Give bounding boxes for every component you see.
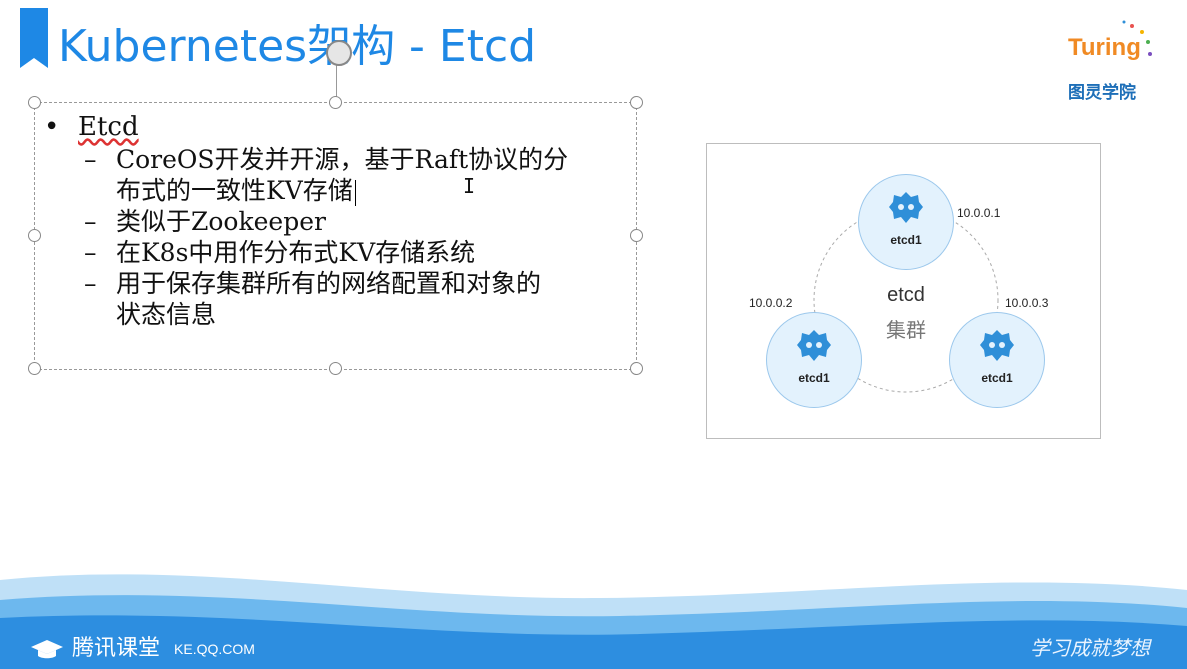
title-bookmark-icon	[20, 8, 48, 68]
resize-handle-top[interactable]	[329, 96, 342, 109]
footer-slogan: 学习成就梦想	[1030, 636, 1150, 660]
sub-bullet-2-text[interactable]: 类似于Zookeeper	[84, 206, 644, 237]
rotate-handle-stem	[336, 62, 337, 98]
slide-title[interactable]: Kubernetes架构 - Etcd	[58, 10, 536, 74]
etcd-node-1[interactable]: etcd1	[858, 174, 954, 270]
node-ip: 10.0.0.3	[1005, 296, 1049, 310]
sub-bullet-1-line1[interactable]: CoreOS开发并开源，基于Raft协议的分	[116, 145, 568, 174]
etcd-logo-icon	[889, 192, 923, 223]
sub-bullet-4[interactable]: – 用于保存集群所有的网络配置和对象的 状态信息	[44, 268, 644, 330]
text-caret	[354, 179, 356, 206]
resize-handle-bottom[interactable]	[329, 362, 342, 375]
sub-bullet-dash: –	[84, 238, 97, 267]
footer-brand[interactable]: 腾讯课堂 KE.QQ.COM	[30, 630, 255, 662]
sub-bullet-1[interactable]: – CoreOS开发并开源，基于Raft协议的分 布式的一致性KV存储	[44, 144, 644, 206]
turing-logo: Turing 图灵学院	[1062, 18, 1158, 103]
resize-handle-top-right[interactable]	[630, 96, 643, 109]
sub-bullet-3-text[interactable]: 在K8s中用作分布式KV存储系统	[84, 237, 644, 268]
etcd-cluster-diagram[interactable]: etcd 集群 etcd1 10.0.0.1 etcd1 10.0.0.2 et…	[706, 143, 1101, 439]
resize-handle-top-left[interactable]	[28, 96, 41, 109]
graduation-cap-icon	[31, 640, 63, 659]
etcd-logo-icon	[797, 330, 831, 361]
sub-bullet-4-line1[interactable]: 用于保存集群所有的网络配置和对象的	[116, 269, 541, 298]
etcd-node-2[interactable]: etcd1	[766, 312, 862, 408]
resize-handle-left[interactable]	[28, 229, 41, 242]
rotate-handle[interactable]	[326, 40, 352, 66]
cluster-subtitle: 集群	[886, 318, 926, 342]
bullet-etcd[interactable]: • Etcd	[44, 110, 644, 144]
sub-bullet-dash: –	[84, 207, 97, 236]
logo-text-bottom: 图灵学院	[1068, 83, 1136, 103]
sub-bullet-4-line2[interactable]: 状态信息	[116, 300, 216, 329]
ibeam-cursor-icon: I	[463, 174, 476, 198]
sub-bullet-2[interactable]: – 类似于Zookeeper	[44, 206, 644, 237]
node-label: etcd1	[798, 371, 830, 385]
sub-bullet-dash: –	[84, 269, 97, 298]
footer-url[interactable]: KE.QQ.COM	[174, 641, 255, 657]
node-label: etcd1	[890, 233, 922, 247]
bullet-list[interactable]: • Etcd – CoreOS开发并开源，基于Raft协议的分 布式的一致性KV存储…	[44, 110, 644, 330]
bullet-dot: •	[44, 112, 60, 142]
node-ip: 10.0.0.1	[957, 206, 1001, 220]
cluster-name: etcd	[887, 284, 925, 306]
footer-brand-text: 腾讯课堂	[72, 636, 161, 661]
resize-handle-bottom-right[interactable]	[630, 362, 643, 375]
etcd-logo-icon	[980, 330, 1014, 361]
sub-bullet-1-line2[interactable]: 布式的一致性KV存储	[116, 176, 353, 205]
node-ip: 10.0.0.2	[749, 296, 793, 310]
sub-bullet-dash: –	[84, 145, 97, 174]
node-label: etcd1	[981, 371, 1013, 385]
sub-bullet-3[interactable]: – 在K8s中用作分布式KV存储系统	[44, 237, 644, 268]
resize-handle-bottom-left[interactable]	[28, 362, 41, 375]
bullet-etcd-text[interactable]: Etcd	[78, 112, 139, 142]
etcd-node-3[interactable]: etcd1	[949, 312, 1045, 408]
logo-text-top: Turing	[1068, 34, 1141, 61]
